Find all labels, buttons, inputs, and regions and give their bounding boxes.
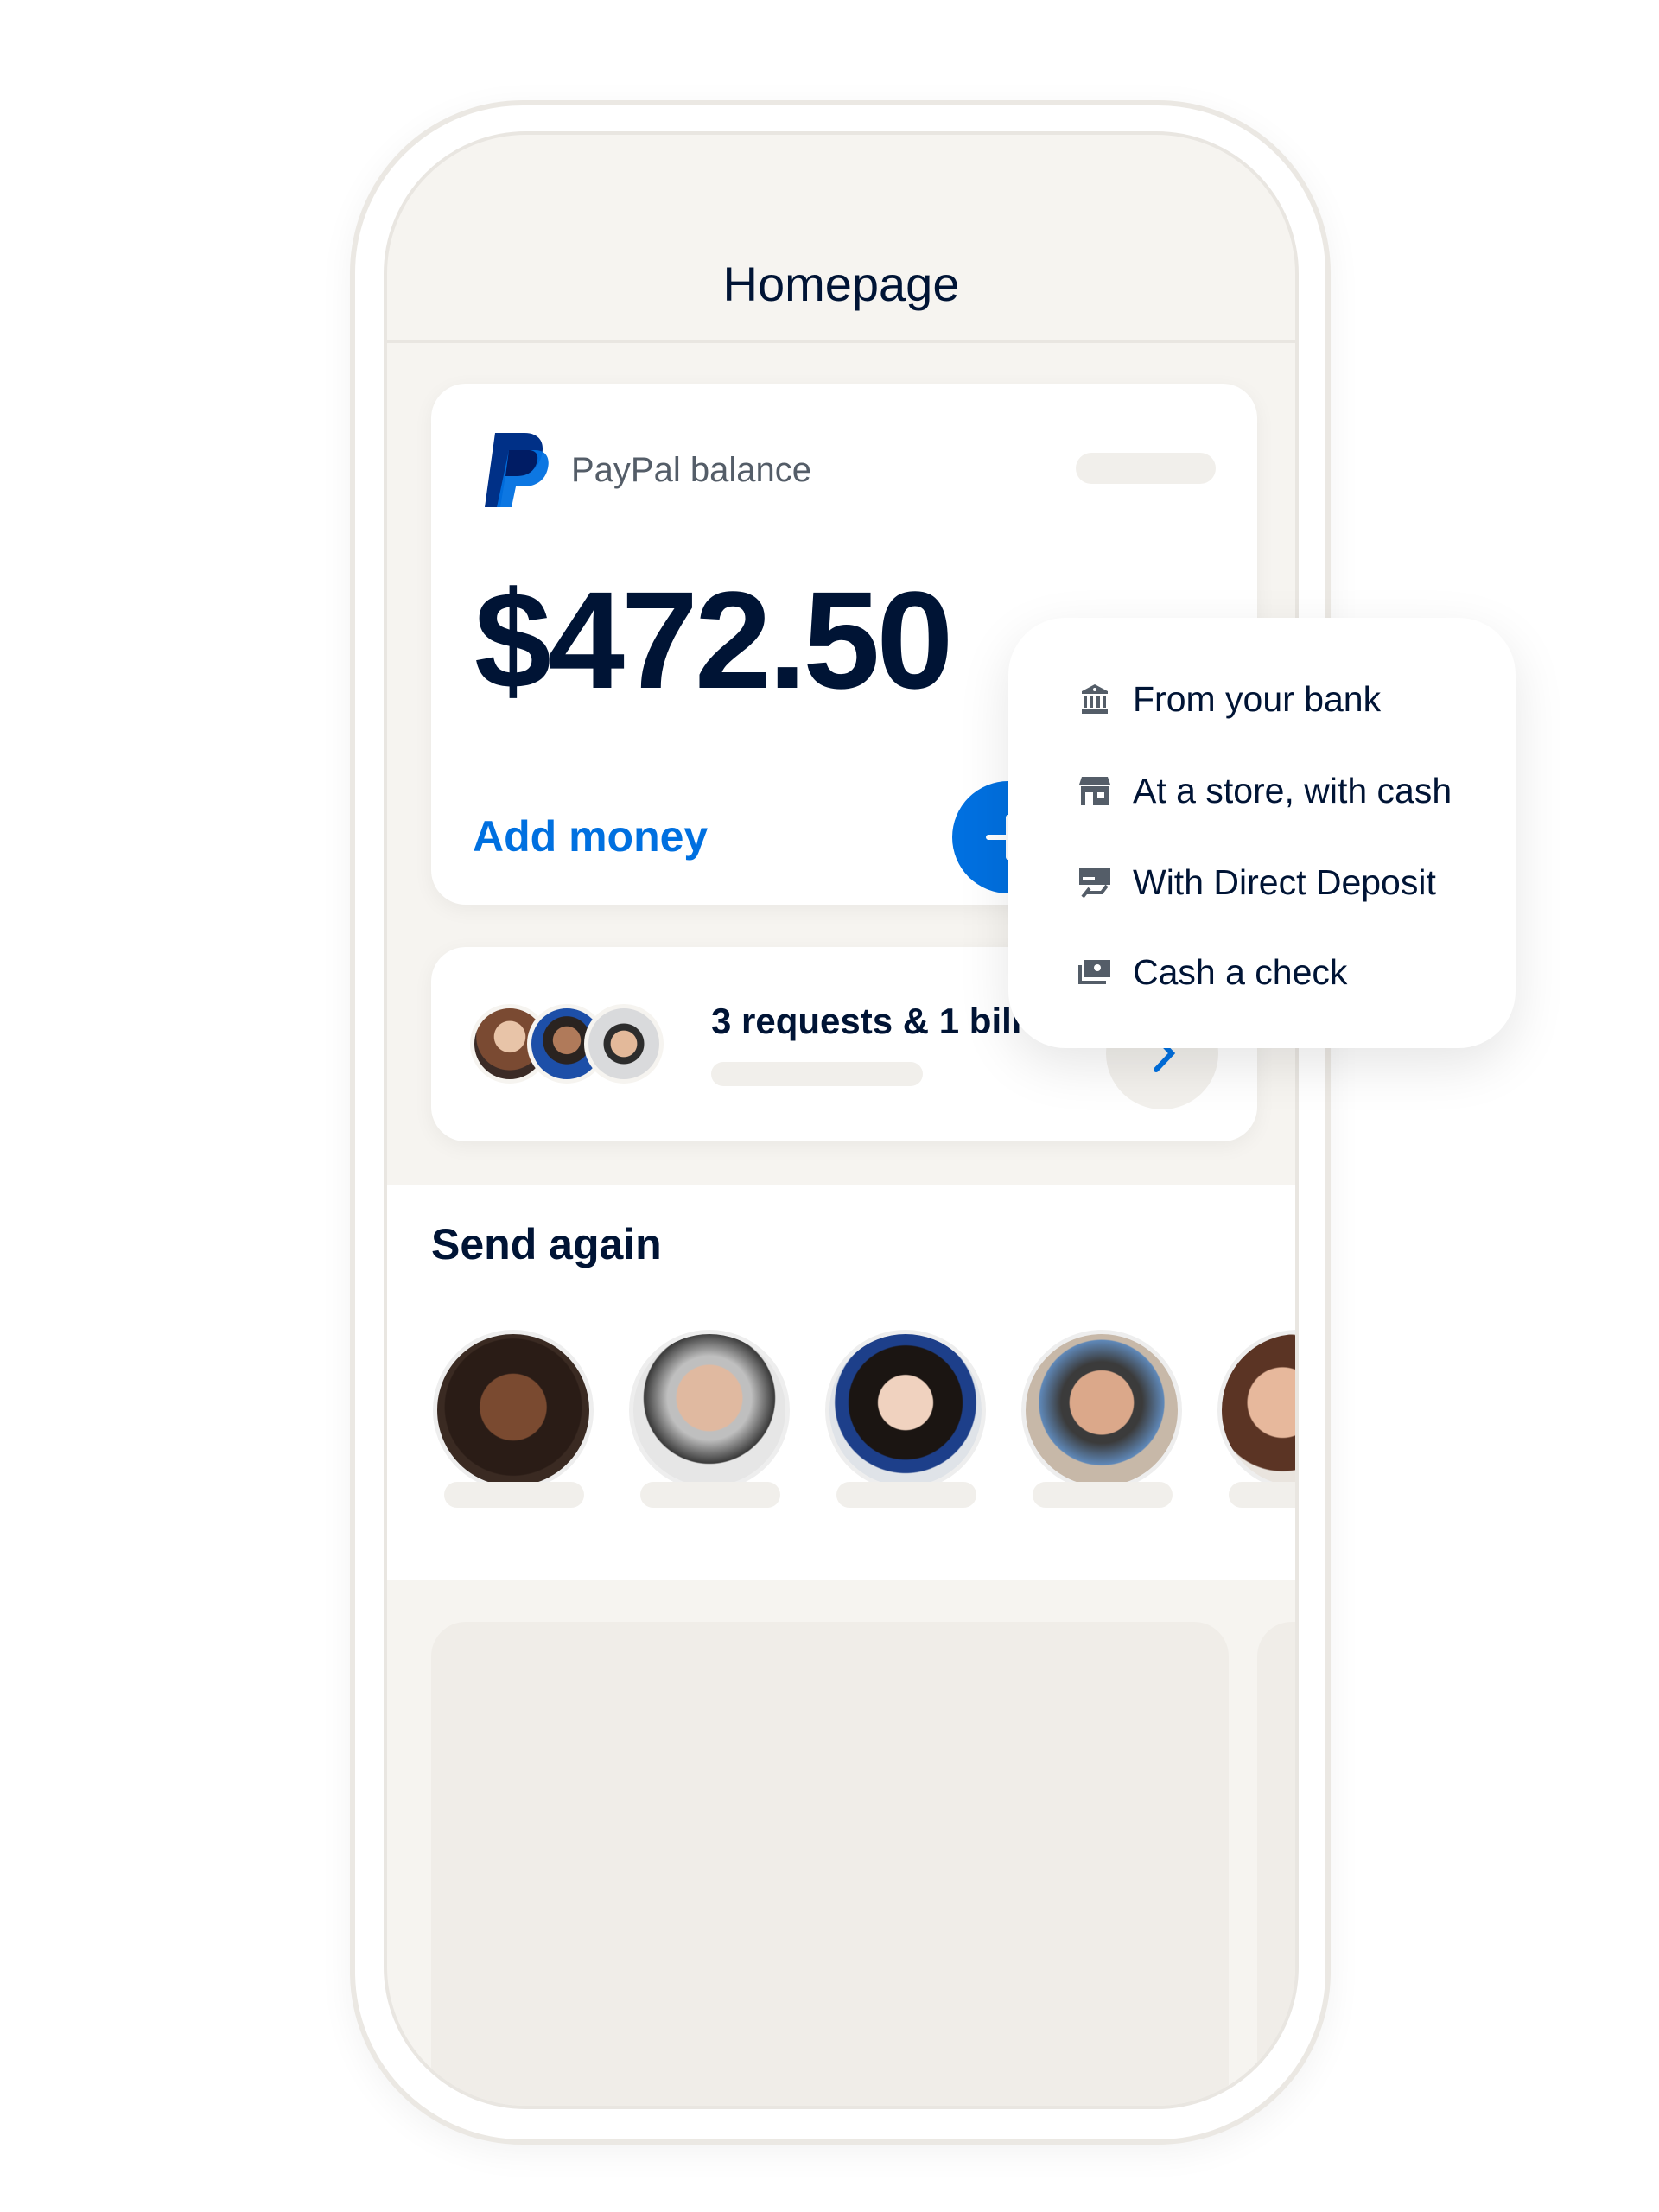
balance-placeholder (1076, 453, 1216, 484)
contact-name-placeholder (836, 1482, 976, 1508)
requests-summary: 3 requests & 1 bill (711, 1001, 1022, 1041)
menu-item-label: From your bank (1133, 678, 1382, 719)
menu-item-from-bank[interactable]: From your bank (1077, 673, 1381, 725)
balance-label: PayPal balance (571, 451, 811, 489)
requests-placeholder (711, 1062, 923, 1086)
menu-item-label: With Direct Deposit (1133, 861, 1436, 902)
contact-name-placeholder (640, 1482, 780, 1508)
contact-avatar[interactable] (825, 1330, 986, 1491)
add-money-menu: From your bank At a store, with cash Wit… (1008, 618, 1516, 1048)
contact-name-placeholder (1229, 1482, 1295, 1508)
menu-item-label: At a store, with cash (1133, 770, 1452, 810)
contact-avatar[interactable] (1021, 1330, 1182, 1491)
send-again-title: Send again (431, 1220, 662, 1268)
paypal-logo-icon (485, 433, 549, 507)
header-divider (387, 340, 1295, 343)
menu-item-store-cash[interactable]: At a store, with cash (1077, 765, 1452, 817)
menu-item-label: Cash a check (1133, 951, 1348, 992)
avatar (584, 1004, 664, 1084)
check-icon (1078, 960, 1110, 984)
content-card-placeholder (1257, 1622, 1295, 2106)
menu-item-cash-check[interactable]: Cash a check (1077, 946, 1347, 998)
store-icon (1079, 777, 1110, 805)
contact-avatar[interactable] (1217, 1330, 1295, 1491)
bank-icon (1082, 684, 1108, 714)
add-money-link[interactable]: Add money (473, 811, 708, 861)
contact-name-placeholder (1033, 1482, 1173, 1508)
content-card-placeholder (431, 1622, 1229, 2106)
phone-screen: Homepage PayPal balance $472.50 Add mone… (384, 131, 1299, 2109)
page-title: Homepage (722, 257, 960, 311)
balance-amount: $472.50 (474, 563, 953, 717)
menu-item-direct-deposit[interactable]: With Direct Deposit (1077, 856, 1436, 908)
send-again-section: Send again (387, 1185, 1295, 1580)
contact-avatar[interactable] (433, 1330, 594, 1491)
contact-name-placeholder (444, 1482, 584, 1508)
direct-deposit-icon (1079, 868, 1110, 899)
contact-avatar[interactable] (629, 1330, 790, 1491)
